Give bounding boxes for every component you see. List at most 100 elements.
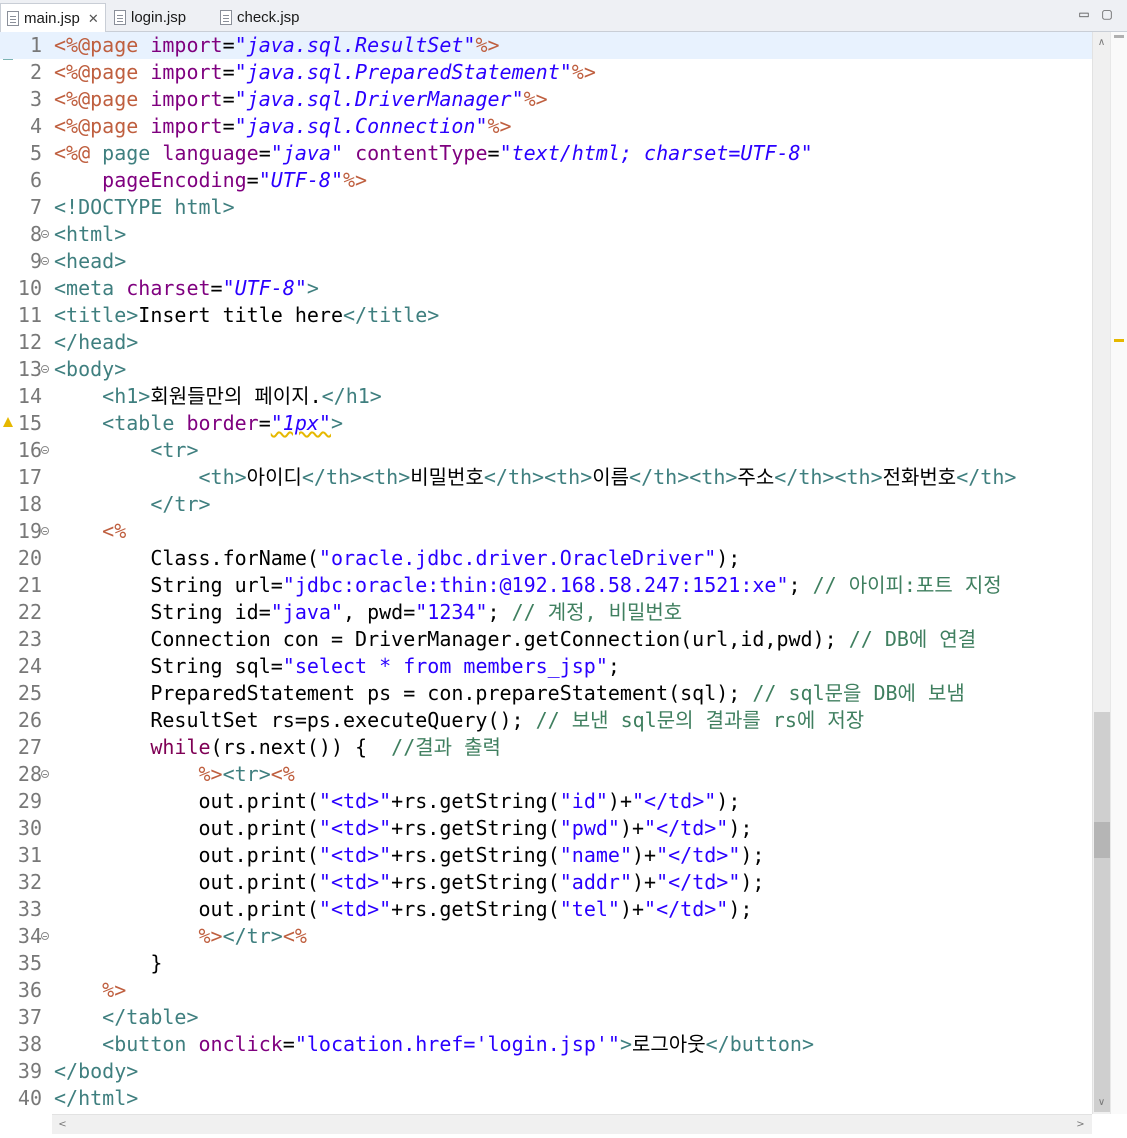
code-line[interactable]: 7 <!DOCTYPE html> <box>0 194 1092 221</box>
tab-check-jsp[interactable]: check.jsp <box>214 3 314 31</box>
code-token: ; <box>487 600 512 624</box>
code-token: <th> <box>198 465 247 489</box>
vertical-scrollbar[interactable]: ∧ ∨ <box>1092 32 1110 1114</box>
fold-collapse-icon[interactable] <box>41 365 49 373</box>
fold-collapse-icon[interactable] <box>41 770 49 778</box>
code-token: )+ <box>607 789 632 813</box>
code-line[interactable]: 36 %> <box>0 977 1092 1004</box>
code-token: 주소 <box>737 465 775 489</box>
warning-icon[interactable] <box>3 417 13 427</box>
code-line[interactable]: 6 pageEncoding="UTF-8"%> <box>0 167 1092 194</box>
line-number: 3 <box>29 87 42 111</box>
code-line[interactable]: 17 <th>아이디</th><th>비밀번호</th><th>이름</th><… <box>0 464 1092 491</box>
code-text: String url="jdbc:oracle:thin:@192.168.58… <box>54 572 1001 599</box>
code-line[interactable]: 34 %></tr><% <box>0 923 1092 950</box>
code-token: <%@page <box>54 33 151 57</box>
code-token: border <box>186 411 259 435</box>
code-text: String sql="select * from members_jsp"; <box>54 653 620 680</box>
fold-collapse-icon[interactable] <box>41 230 49 238</box>
line-number: 34 <box>17 924 42 948</box>
scroll-right-icon[interactable]: > <box>1072 1116 1089 1133</box>
code-token: <% <box>270 762 295 786</box>
code-line[interactable]: 22 String id="java", pwd="1234"; // 계정, … <box>0 599 1092 626</box>
scroll-down-icon[interactable]: ∨ <box>1093 1094 1110 1111</box>
jsp-file-icon <box>114 9 126 25</box>
code-line[interactable]: 15 <table border="1px"> <box>0 410 1092 437</box>
fold-collapse-icon[interactable] <box>41 932 49 940</box>
code-line[interactable]: 19 <% <box>0 518 1092 545</box>
code-line[interactable]: 37 </table> <box>0 1004 1092 1031</box>
overview-ruler[interactable] <box>1110 32 1127 1114</box>
code-token: )+ <box>619 897 645 921</box>
code-line[interactable]: 32 out.print("<td>"+rs.getString("addr")… <box>0 869 1092 896</box>
fold-collapse-icon[interactable] <box>41 446 49 454</box>
scrollbar-thumb[interactable] <box>1094 822 1110 858</box>
code-editor[interactable]: 1 <%@page import="java.sql.ResultSet"%> 2 <… <box>0 32 1092 1114</box>
code-line[interactable]: 30 out.print("<td>"+rs.getString("pwd")+… <box>0 815 1092 842</box>
code-line[interactable]: 12 </head> <box>0 329 1092 356</box>
code-line[interactable]: 27 while(rs.next()) { //결과 출력 <box>0 734 1092 761</box>
code-token: </tr> <box>222 924 283 948</box>
ruler-mark[interactable] <box>1114 35 1124 38</box>
code-line[interactable]: 3 <%@page import="java.sql.DriverManager"… <box>0 86 1092 113</box>
line-number: 17 <box>17 465 42 489</box>
scroll-up-icon[interactable]: ∧ <box>1093 34 1110 51</box>
code-token: "java.sql.Connection" <box>234 114 488 138</box>
code-line[interactable]: 18 </tr> <box>0 491 1092 518</box>
code-line[interactable]: 2 <%@page import="java.sql.PreparedStatem… <box>0 59 1092 86</box>
code-line[interactable]: 5 <%@ page language="java" contentType="t… <box>0 140 1092 167</box>
line-number: 22 <box>17 600 42 624</box>
code-token: %> <box>487 114 512 138</box>
code-line[interactable]: 29 out.print("<td>"+rs.getString("id")+"… <box>0 788 1092 815</box>
code-token: = <box>282 1032 295 1056</box>
code-line[interactable]: 9 <head> <box>0 248 1092 275</box>
code-line[interactable]: 16 <tr> <box>0 437 1092 464</box>
code-token: "</td>" <box>632 789 717 813</box>
close-icon[interactable]: ✕ <box>88 11 99 27</box>
code-token: <html> <box>54 222 127 246</box>
code-line[interactable]: 33 out.print("<td>"+rs.getString("tel")+… <box>0 896 1092 923</box>
minimize-icon[interactable]: ▭ <box>1076 6 1092 22</box>
code-line[interactable]: 14 <h1>회원들만의 페이지.</h1> <box>0 383 1092 410</box>
line-number: 24 <box>17 654 42 678</box>
code-line[interactable]: 1 <%@page import="java.sql.ResultSet"%> <box>0 32 1092 59</box>
horizontal-scrollbar[interactable]: < > <box>52 1114 1092 1134</box>
code-token: ); <box>740 843 765 867</box>
maximize-icon[interactable]: ▢ <box>1099 6 1115 22</box>
code-line[interactable]: 10 <meta charset="UTF-8"> <box>0 275 1092 302</box>
code-line[interactable]: 4 <%@page import="java.sql.Connection"%> <box>0 113 1092 140</box>
code-line[interactable]: 35 } <box>0 950 1092 977</box>
code-token: ); <box>740 870 765 894</box>
code-line[interactable]: 11 <title>Insert title here</title> <box>0 302 1092 329</box>
code-token: "</td>" <box>644 816 729 840</box>
code-token: "</td>" <box>656 870 741 894</box>
code-line[interactable]: 39 </body> <box>0 1058 1092 1085</box>
code-token: ); <box>716 789 741 813</box>
line-number: 27 <box>17 735 42 759</box>
code-line[interactable]: 31 out.print("<td>"+rs.getString("name")… <box>0 842 1092 869</box>
code-line[interactable]: 23 Connection con = DriverManager.getCon… <box>0 626 1092 653</box>
tab-main-jsp[interactable]: main.jsp ✕ <box>0 3 106 33</box>
code-token: page <box>102 141 163 165</box>
line-number: 31 <box>17 843 42 867</box>
code-line[interactable]: 25 PreparedStatement ps = con.prepareSta… <box>0 680 1092 707</box>
scroll-left-icon[interactable]: < <box>54 1116 71 1133</box>
code-line[interactable]: 40 </html> <box>0 1085 1092 1112</box>
code-token: </tr> <box>150 492 211 516</box>
fold-collapse-icon[interactable] <box>41 527 49 535</box>
warning-ruler-mark[interactable] <box>1114 339 1124 342</box>
code-token: Connection con = DriverManager.getConnec… <box>54 627 849 651</box>
fold-collapse-icon[interactable] <box>41 257 49 265</box>
line-number: 33 <box>17 897 42 921</box>
line-number: 8 <box>29 222 42 246</box>
code-line[interactable]: 21 String url="jdbc:oracle:thin:@192.168… <box>0 572 1092 599</box>
code-line[interactable]: 26 ResultSet rs=ps.executeQuery(); // 보낸… <box>0 707 1092 734</box>
code-line[interactable]: 38 <button onclick="location.href='login… <box>0 1031 1092 1058</box>
code-line[interactable]: 24 String sql="select * from members_jsp… <box>0 653 1092 680</box>
code-line[interactable]: 8 <html> <box>0 221 1092 248</box>
tab-login-jsp[interactable]: login.jsp <box>108 3 208 31</box>
code-line[interactable]: 28 %><tr><% <box>0 761 1092 788</box>
code-token: ); <box>728 897 753 921</box>
code-line[interactable]: 13 <body> <box>0 356 1092 383</box>
code-line[interactable]: 20 Class.forName("oracle.jdbc.driver.Ora… <box>0 545 1092 572</box>
